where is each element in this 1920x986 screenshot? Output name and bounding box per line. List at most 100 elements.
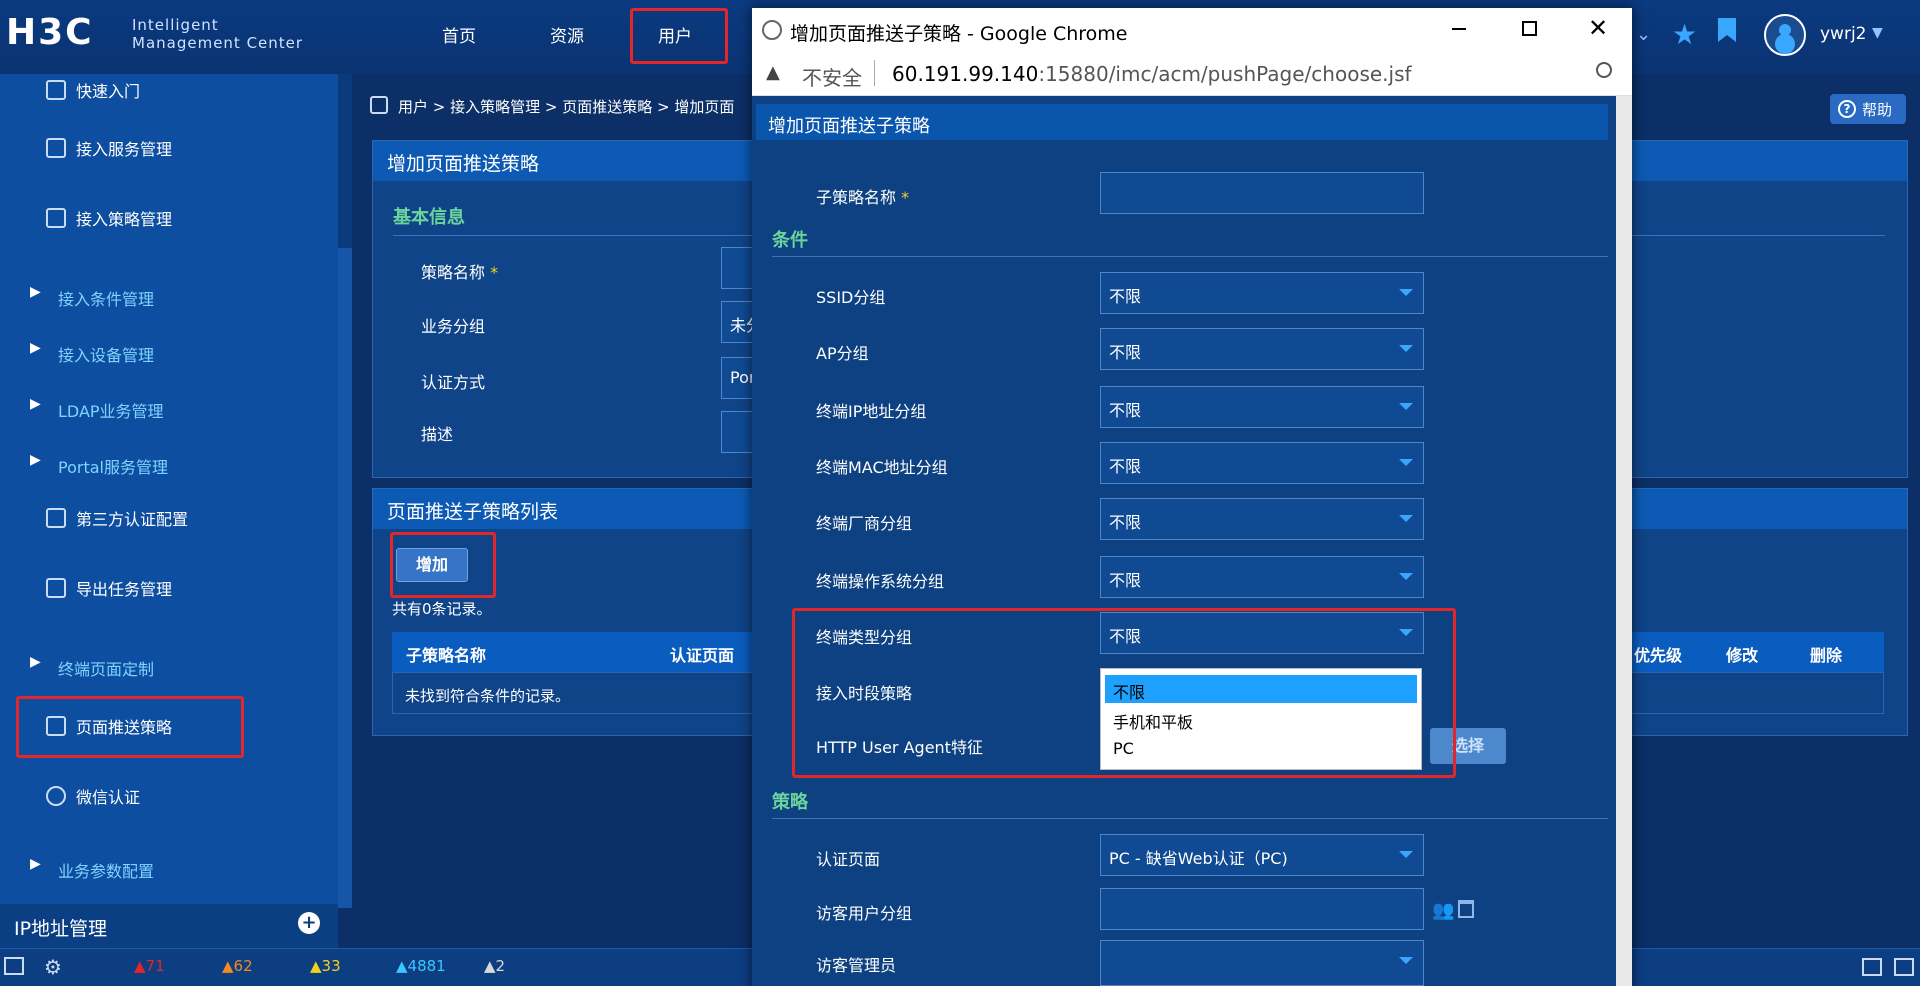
maximize-icon[interactable]	[1522, 21, 1537, 36]
address-bar[interactable]: ▲ 不安全 60.191.99.140:15880/imc/acm/pushPa…	[752, 52, 1632, 96]
username[interactable]: ywrj2	[1820, 24, 1867, 44]
sidebar-group-label: 终端页面定制	[58, 660, 155, 679]
expand-arrow-icon: ▶	[30, 654, 41, 670]
window-title: 增加页面推送子策略 - Google Chrome	[790, 23, 1128, 45]
chevron-down-icon	[1399, 345, 1413, 352]
subtitle-line-1: Intelligent	[132, 16, 219, 34]
chevron-down-icon	[1399, 515, 1413, 522]
column-header-auth-page[interactable]: 认证页面	[670, 642, 734, 666]
bookmark-icon[interactable]	[1716, 16, 1738, 51]
sidebar-item-access-policy[interactable]: 接入策略管理	[0, 190, 338, 246]
sidebar-item-label: 页面推送策略	[76, 718, 173, 737]
sidebar-group-label: Portal服务管理	[58, 458, 168, 477]
alarm-major[interactable]: ▲62	[222, 957, 253, 975]
expand-arrow-icon: ▶	[30, 396, 41, 412]
sidebar-item-label: 导出任务管理	[76, 580, 173, 599]
guest-admin-label: 访客管理员	[816, 956, 897, 975]
expand-icon[interactable]	[1894, 958, 1914, 976]
close-icon[interactable]: ✕	[1588, 14, 1608, 42]
sidebar-group-business-params[interactable]: ▶ 业务参数配置	[0, 840, 338, 896]
ap-group-select[interactable]: 不限	[1100, 328, 1424, 370]
avatar[interactable]	[1764, 14, 1806, 56]
users-icon[interactable]: 👥	[1432, 900, 1454, 921]
settings-gear-icon[interactable]: ⚙	[44, 955, 62, 979]
sidebar-group-access-condition[interactable]: ▶ 接入条件管理	[0, 268, 338, 324]
subpolicy-name-input[interactable]	[1100, 172, 1424, 214]
alarm-info[interactable]: ▲2	[484, 957, 505, 975]
sidebar-group-label: 接入设备管理	[58, 346, 155, 365]
column-header-priority[interactable]: 优先级	[1634, 642, 1682, 666]
sidebar-item-page-push-policy[interactable]: 页面推送策略	[0, 698, 338, 754]
auth-page-select[interactable]: PC - 缺省Web认证（PC)	[1100, 834, 1424, 876]
terminal-os-group-select[interactable]: 不限	[1100, 556, 1424, 598]
chevron-down-icon	[1399, 851, 1413, 858]
chevron-down-icon[interactable]: ⌄	[1636, 24, 1651, 45]
zoom-icon[interactable]	[1596, 62, 1612, 78]
column-header-subpolicy-name[interactable]: 子策略名称	[406, 642, 486, 666]
column-header-edit: 修改	[1726, 646, 1759, 665]
ssid-group-label: SSID分组	[816, 288, 886, 307]
minimize-icon[interactable]	[1452, 28, 1466, 30]
chevron-down-icon	[1399, 573, 1413, 580]
highlight-terminal-type-area	[792, 608, 1456, 778]
alarm-minor[interactable]: ▲33	[310, 957, 341, 975]
sidebar-scrollbar-thumb[interactable]	[338, 248, 352, 908]
quickstart-icon	[46, 80, 66, 100]
sidebar-item-third-party-auth[interactable]: 第三方认证配置	[0, 490, 338, 546]
breadcrumb-text: 用户 > 接入策略管理 > 页面推送策略 > 增加页面	[398, 98, 735, 116]
sidebar-item-quickstart[interactable]: 快速入门	[0, 74, 338, 118]
dialog-title-bar: 增加页面推送子策略	[756, 104, 1608, 140]
warning-icon: ▲	[396, 957, 408, 975]
terminal-os-group-label: 终端操作系统分组	[816, 572, 945, 591]
alarm-critical[interactable]: ▲71	[134, 957, 165, 975]
trash-icon[interactable]	[1458, 900, 1474, 918]
terminal-vendor-group-label: 终端厂商分组	[816, 514, 913, 533]
sidebar-item-export-task[interactable]: 导出任务管理	[0, 560, 338, 616]
sidebar-item-wechat-auth[interactable]: 微信认证	[0, 768, 338, 824]
sidebar-item-label: 接入服务管理	[76, 140, 173, 159]
alarm-warning[interactable]: ▲4881	[396, 957, 446, 975]
ap-group-label: AP分组	[816, 344, 869, 363]
terminal-ip-group-select[interactable]: 不限	[1100, 386, 1424, 428]
dialog-scrollbar[interactable]	[1616, 96, 1632, 986]
subpolicy-name-label: 子策略名称 *	[816, 188, 910, 207]
warning-icon: ▲	[222, 957, 234, 975]
star-icon[interactable]: ★	[1672, 18, 1697, 51]
sidebar-section-ip-management[interactable]: IP地址管理 +	[0, 904, 338, 948]
guest-user-group-input[interactable]	[1100, 888, 1424, 930]
alarm-count: 4881	[407, 957, 446, 975]
user-menu-caret-icon[interactable]: ▼	[1872, 25, 1883, 41]
basic-info-section-title: 基本信息	[393, 207, 465, 228]
conditions-section-title: 条件	[772, 230, 808, 251]
ssid-group-select[interactable]: 不限	[1100, 272, 1424, 314]
h3c-logo: H3C	[6, 12, 94, 53]
chevron-down-icon	[1399, 289, 1413, 296]
ip-section-label: IP地址管理	[14, 918, 108, 940]
chevron-down-icon	[1399, 957, 1413, 964]
field-label-description: 描述	[421, 425, 454, 444]
third-party-icon	[46, 508, 66, 528]
column-header-delete: 删除	[1810, 646, 1843, 665]
tab-resources[interactable]: 资源	[550, 22, 584, 47]
sidebar-group-portal[interactable]: ▶ Portal服务管理	[0, 436, 338, 492]
sidebar-group-ldap[interactable]: ▶ LDAP业务管理	[0, 380, 338, 436]
tab-user[interactable]: 用户	[658, 22, 692, 47]
guest-admin-select[interactable]	[1100, 940, 1424, 986]
windows-icon[interactable]	[4, 957, 24, 975]
add-button[interactable]: 增加	[396, 548, 468, 582]
collapse-icon[interactable]	[1862, 958, 1882, 976]
expand-arrow-icon: ▶	[30, 452, 41, 468]
help-button[interactable]: ? 帮助	[1830, 94, 1906, 124]
sidebar-group-access-device[interactable]: ▶ 接入设备管理	[0, 324, 338, 380]
sidebar-item-label: 快速入门	[76, 82, 141, 101]
terminal-mac-group-select[interactable]: 不限	[1100, 442, 1424, 484]
plus-icon[interactable]: +	[298, 912, 320, 934]
sidebar-group-terminal-page[interactable]: ▶ 终端页面定制	[0, 638, 338, 694]
terminal-vendor-group-select[interactable]: 不限	[1100, 498, 1424, 540]
sidebar-item-access-service[interactable]: 接入服务管理	[0, 120, 338, 176]
warning-icon: ▲	[310, 957, 322, 975]
tab-home[interactable]: 首页	[442, 22, 476, 47]
policy-icon	[46, 208, 66, 228]
sidebar-group-label: 接入条件管理	[58, 290, 155, 309]
chrome-title-bar: 增加页面推送子策略 - Google Chrome ✕	[752, 8, 1632, 52]
